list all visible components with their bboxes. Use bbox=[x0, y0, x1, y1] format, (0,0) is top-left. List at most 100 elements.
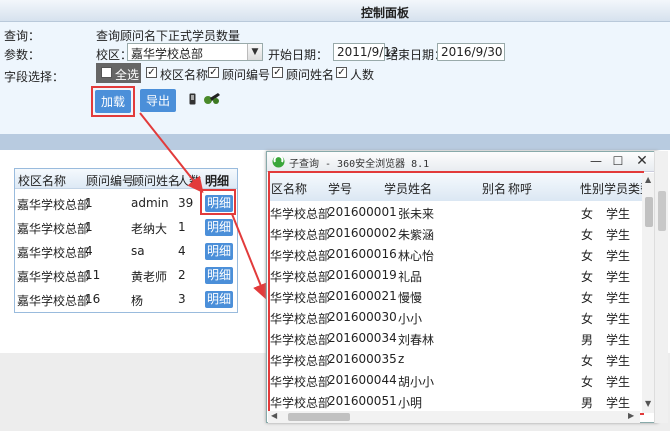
start-date-input[interactable]: 2011/9/12 bbox=[333, 43, 399, 61]
cell-gender: 男 bbox=[581, 396, 594, 410]
minimize-icon[interactable]: — bbox=[585, 153, 607, 169]
scroll-left-icon[interactable]: ◀ bbox=[271, 411, 277, 420]
cell-type: 学生 bbox=[606, 270, 631, 284]
cell-gender: 男 bbox=[581, 333, 594, 347]
cell-id: 4 bbox=[85, 244, 93, 258]
vertical-scroll-thumb[interactable] bbox=[645, 197, 653, 227]
field-checkbox-campus[interactable]: ✓ 校区名称 bbox=[146, 66, 208, 82]
detail-button[interactable]: 明细 bbox=[205, 267, 233, 284]
detail-button[interactable]: 明细 bbox=[205, 243, 233, 260]
field-checkbox-count[interactable]: ✓ 人数 bbox=[336, 66, 376, 82]
cell-campus: 华学校总部 bbox=[270, 333, 331, 347]
table-row: 华学校总部 201600035 z 女 学生 bbox=[270, 350, 642, 371]
field-label: 校区名称 bbox=[160, 68, 209, 82]
select-all-toggle[interactable]: ✓ 全选 bbox=[96, 63, 141, 83]
scroll-up-icon[interactable]: ▲ bbox=[645, 175, 651, 184]
col-header-campus: 区名称 bbox=[271, 182, 308, 196]
cell-student-id: 201600035 bbox=[328, 352, 397, 366]
table-row: 华学校总部 201600034 刘春林 男 学生 bbox=[270, 329, 642, 350]
cell-type: 学生 bbox=[606, 249, 631, 263]
detail-button[interactable]: 明细 bbox=[205, 291, 233, 308]
checkbox-icon: ✓ bbox=[272, 67, 283, 78]
export-button[interactable]: 导出 bbox=[140, 89, 176, 112]
horizontal-scrollbar[interactable]: ◀ ▶ bbox=[268, 411, 640, 423]
start-date-label: 开始日期： bbox=[268, 48, 329, 62]
field-checkbox-advisor-id[interactable]: ✓ 顾问编号 bbox=[208, 66, 271, 82]
table-row: 华学校总部 201600002 朱紫涵 女 学生 bbox=[270, 224, 642, 245]
cell-count: 3 bbox=[178, 292, 186, 306]
cell-campus: 华学校总部 bbox=[270, 270, 331, 284]
cell-campus: 华学校总部 bbox=[270, 354, 331, 368]
maximize-icon[interactable]: ☐ bbox=[607, 153, 629, 169]
checkbox-icon: ✓ bbox=[336, 67, 347, 78]
col-header-title: 称呼 bbox=[508, 182, 533, 196]
close-icon[interactable]: ✕ bbox=[631, 153, 653, 169]
cell-campus: 华学校总部 bbox=[270, 291, 331, 305]
cell-student-id: 201600044 bbox=[328, 373, 397, 387]
cell-type: 学生 bbox=[606, 228, 631, 242]
popup-table-header: 区名称 学号 学员姓名 别名 称呼 性别 学员类型 bbox=[270, 173, 642, 201]
fields-label: 字段选择： bbox=[4, 70, 65, 84]
detail-highlight bbox=[200, 189, 236, 215]
cell-type: 学生 bbox=[606, 312, 631, 326]
cell-type: 学生 bbox=[606, 375, 631, 389]
popup-title: 子查询 - 360安全浏览器 8.1 bbox=[289, 159, 430, 170]
detail-button[interactable]: 明细 bbox=[205, 219, 233, 236]
cell-gender: 女 bbox=[581, 354, 594, 368]
col-header-advisor-name: 顾问姓名 bbox=[132, 174, 181, 188]
cell-count: 4 bbox=[178, 244, 186, 258]
page-scrollbar[interactable] bbox=[654, 151, 668, 423]
col-header-gender: 性别 bbox=[580, 182, 605, 196]
end-date-input[interactable]: 2016/9/30 bbox=[437, 43, 505, 61]
col-header-advisor-id: 顾问编号 bbox=[86, 174, 135, 188]
col-header-count: 人数 bbox=[177, 174, 202, 188]
cell-type: 学生 bbox=[606, 333, 631, 347]
scroll-right-icon[interactable]: ▶ bbox=[628, 411, 634, 420]
field-label: 顾问姓名 bbox=[286, 68, 335, 82]
cell-gender: 女 bbox=[581, 291, 594, 305]
field-checkbox-advisor-name[interactable]: ✓ 顾问姓名 bbox=[272, 66, 335, 82]
cell-type: 学生 bbox=[606, 291, 631, 305]
cell-student-id: 201600001 bbox=[328, 205, 397, 219]
cell-campus: 华学校总部 bbox=[270, 312, 331, 326]
cell-student-name: 林心怡 bbox=[398, 249, 435, 263]
field-label: 顾问编号 bbox=[222, 68, 271, 82]
popup-titlebar[interactable]: 子查询 - 360安全浏览器 8.1 — ☐ ✕ bbox=[267, 152, 657, 172]
horizontal-scroll-thumb[interactable] bbox=[288, 413, 350, 421]
tools-icon[interactable] bbox=[203, 91, 221, 105]
cell-campus: 华学校总部 bbox=[270, 396, 331, 410]
table-row: 华学校总部 201600051 小明 男 学生 bbox=[270, 392, 642, 413]
col-header-student-type: 学员类型 bbox=[604, 182, 642, 196]
cell-id: 16 bbox=[85, 292, 101, 306]
campus-select[interactable]: 嘉华学校总部 ▼ bbox=[127, 43, 263, 61]
cell-id: 1 bbox=[85, 196, 93, 210]
table-header: 校区名称 顾问编号 顾问姓名 人数 明细 bbox=[15, 169, 237, 189]
checkbox-icon: ✓ bbox=[146, 67, 157, 78]
cell-student-name: 慢慢 bbox=[398, 291, 423, 305]
cell-student-name: 小明 bbox=[398, 396, 423, 410]
cell-student-name: 小小 bbox=[398, 312, 423, 326]
page-scroll-thumb[interactable] bbox=[658, 191, 666, 231]
query-label: 查询： bbox=[4, 29, 41, 43]
cell-student-name: 张未来 bbox=[398, 207, 435, 221]
device-icon[interactable] bbox=[189, 93, 196, 105]
load-button[interactable]: 加载 bbox=[95, 90, 131, 113]
cell-gender: 女 bbox=[581, 228, 594, 242]
cell-student-name: 朱紫涵 bbox=[398, 228, 435, 242]
cell-student-name: 礼品 bbox=[398, 270, 423, 284]
cell-gender: 女 bbox=[581, 375, 594, 389]
table-row: 华学校总部 201600044 胡小小 女 学生 bbox=[270, 371, 642, 392]
table-row: 嘉华学校总部 4 sa 4 明细 bbox=[15, 241, 237, 265]
browser-logo-icon bbox=[272, 155, 285, 168]
chevron-down-icon[interactable]: ▼ bbox=[247, 44, 262, 60]
cell-type: 学生 bbox=[606, 354, 631, 368]
checkbox-icon: ✓ bbox=[101, 67, 112, 78]
cell-student-id: 201600030 bbox=[328, 310, 397, 324]
scroll-down-icon[interactable]: ▼ bbox=[645, 399, 651, 408]
col-header-alias: 别名 bbox=[482, 182, 507, 196]
page-title: 控制面板 bbox=[360, 6, 409, 20]
cell-campus: 嘉华学校总部 bbox=[17, 270, 90, 284]
cell-id: 11 bbox=[85, 268, 101, 282]
cell-id: 1 bbox=[85, 220, 93, 234]
table-row: 嘉华学校总部 1 老纳大 1 明细 bbox=[15, 217, 237, 241]
